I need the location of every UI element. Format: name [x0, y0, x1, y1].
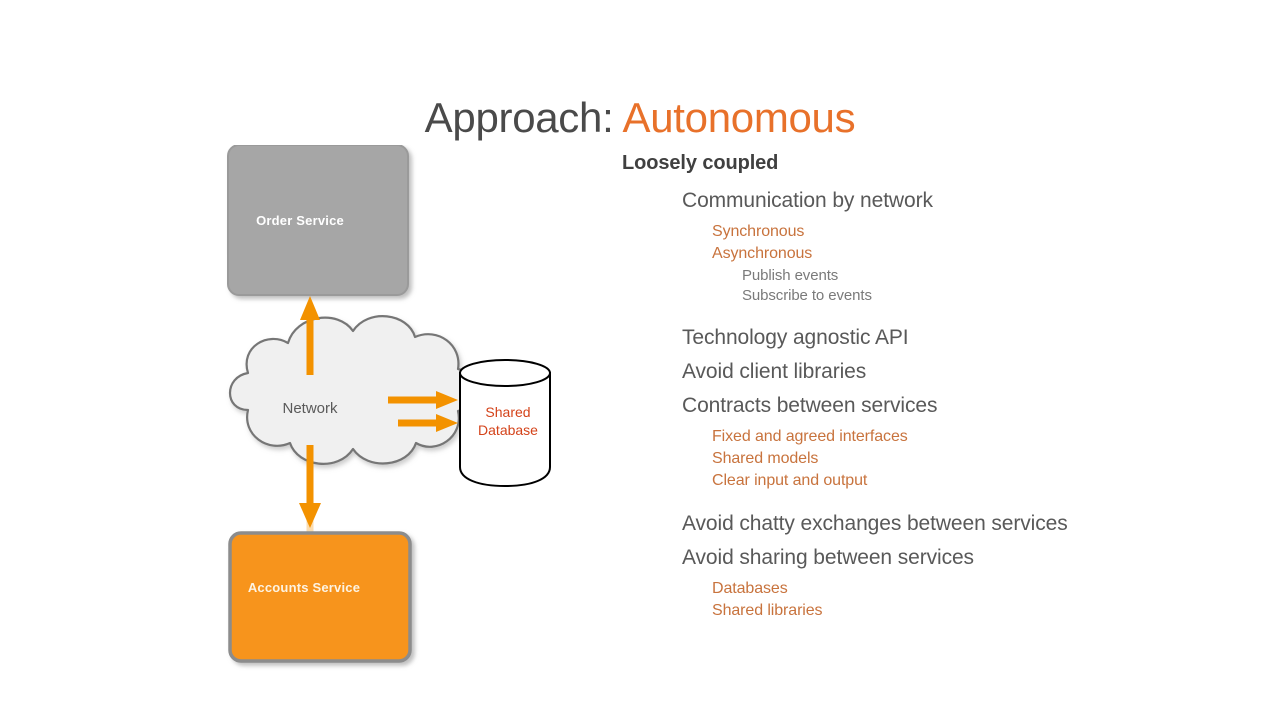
- bullet-item-level-3: Clear input and output: [712, 472, 868, 489]
- bullet-list: Loosely coupled Communication by network S…: [600, 152, 1260, 624]
- bullet-item-level-3: Databases: [712, 580, 788, 597]
- bullet-item-level-2: Technology agnostic API: [682, 326, 909, 349]
- bullet-item-level-2: Avoid chatty exchanges between services: [682, 512, 1068, 535]
- page-title: Approach: Autonomous: [0, 94, 1280, 142]
- page-title-main: Approach:: [424, 94, 623, 142]
- page-title-accent: Autonomous: [622, 94, 856, 142]
- architecture-diagram: Order Service Network Shared Database Ac…: [210, 145, 600, 675]
- bullet-item-level-4: Publish events: [742, 267, 839, 284]
- bullet-item-level-4: Subscribe to events: [742, 287, 872, 304]
- diagram-canvas: [227, 145, 551, 663]
- bullet-item-level-2: Contracts between services: [682, 394, 938, 417]
- bullet-item-level-2: Avoid client libraries: [682, 360, 867, 383]
- bullet-item-level-3: Fixed and agreed interfaces: [712, 428, 908, 445]
- bullet-item-level-3: Synchronous: [712, 223, 805, 240]
- network-cloud-node[interactable]: [228, 315, 478, 465]
- bullet-item-level-2: Avoid sharing between services: [682, 546, 974, 569]
- bullet-item-level-3: Shared libraries: [712, 602, 823, 619]
- order-service-node[interactable]: [227, 145, 409, 296]
- bullet-item-level-3: Asynchronous: [712, 245, 813, 262]
- accounts-service-node[interactable]: [228, 531, 412, 663]
- bullet-item-level-1: Loosely coupled: [622, 152, 779, 174]
- bullet-item-level-3: Shared models: [712, 450, 819, 467]
- bullet-item-level-2: Communication by network: [682, 189, 933, 212]
- shared-database-node[interactable]: [459, 359, 551, 488]
